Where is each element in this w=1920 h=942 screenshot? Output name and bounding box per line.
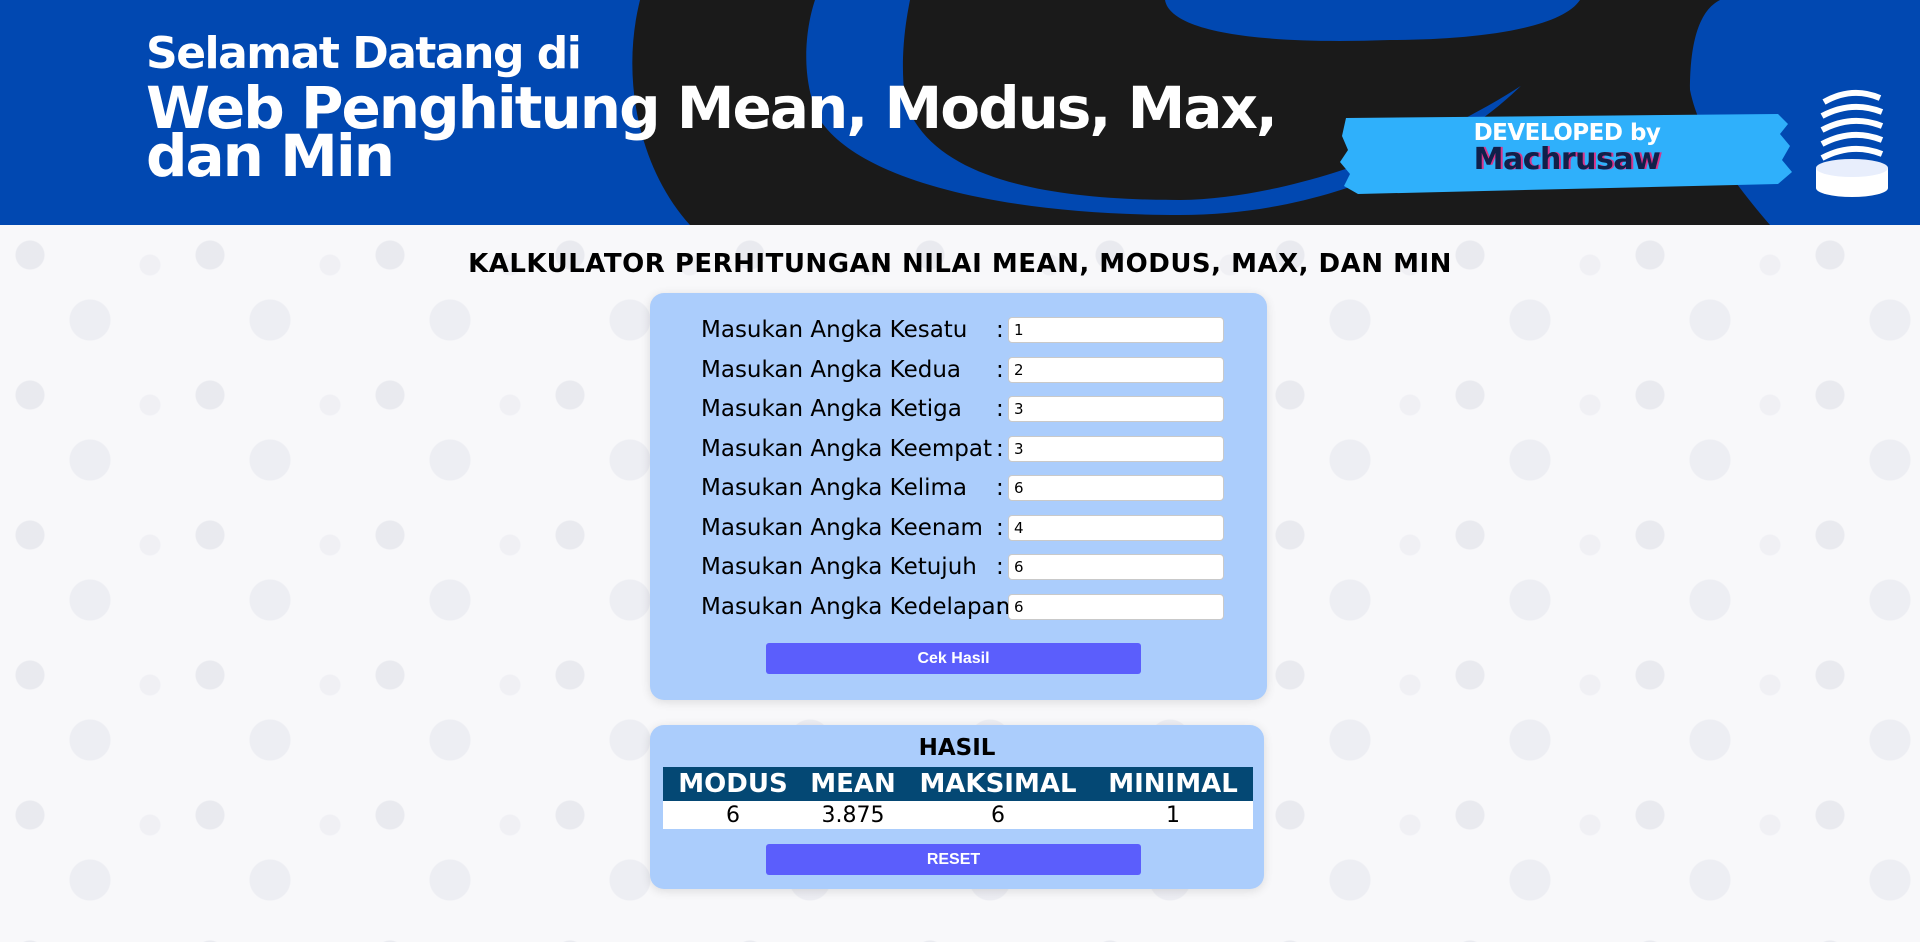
welcome-text: Selamat Datang di: [146, 28, 582, 79]
result-title: HASIL: [918, 735, 996, 761]
value-mean: 3.875: [803, 801, 903, 829]
input-label: Masukan Angka Kelima: [701, 475, 967, 501]
number-input-field[interactable]: [1008, 356, 1224, 383]
headline-text: Web Penghitung Mean, Modus, Max, dan Min: [146, 74, 1278, 190]
colon-separator: :: [996, 475, 1004, 501]
number-input-field[interactable]: [1008, 514, 1224, 541]
result-panel: HASIL MODUS MEAN MAKSIMAL MINIMAL 6 3.87…: [650, 725, 1264, 889]
input-row: Masukan Angka Kedua:: [701, 353, 1224, 387]
input-row: Masukan Angka Keempat:: [701, 432, 1224, 466]
input-row: Masukan Angka Kedelapan:: [701, 590, 1224, 624]
colon-separator: :: [996, 435, 1004, 462]
input-label: Masukan Angka Keempat: [701, 435, 992, 462]
number-input-field[interactable]: [1008, 475, 1224, 501]
developer-name: Machrusaw: [1473, 142, 1661, 177]
colon-separator: :: [996, 317, 1004, 343]
input-label: Masukan Angka Keenam: [701, 514, 983, 541]
input-label: Masukan Angka Kesatu: [701, 317, 968, 343]
input-row: Masukan Angka Kesatu:: [701, 313, 1224, 347]
input-row: Masukan Angka Keenam:: [701, 511, 1224, 545]
result-table: MODUS MEAN MAKSIMAL MINIMAL 6 3.875 6 1: [663, 767, 1253, 829]
reset-button[interactable]: RESET: [766, 844, 1141, 875]
input-row: Masukan Angka Ketujuh:: [701, 550, 1224, 584]
colon-separator: :: [996, 554, 1004, 580]
number-input-field[interactable]: [1008, 554, 1224, 580]
colon-separator: :: [996, 593, 1004, 620]
header-modus: MODUS: [663, 767, 803, 801]
number-input-field[interactable]: [1008, 435, 1224, 462]
header-mean: MEAN: [803, 767, 903, 801]
header-maksimal: MAKSIMAL: [903, 767, 1093, 801]
input-row: Masukan Angka Ketiga:: [701, 392, 1224, 426]
page-title: KALKULATOR PERHITUNGAN NILAI MEAN, MODUS…: [468, 249, 1452, 280]
value-modus: 6: [663, 801, 803, 829]
hero-banner: Selamat Datang di Web Penghitung Mean, M…: [0, 0, 1920, 225]
number-input-field[interactable]: [1008, 593, 1224, 620]
colon-separator: :: [996, 396, 1004, 422]
input-label: Masukan Angka Ketiga: [701, 396, 962, 422]
check-result-button[interactable]: Cek Hasil: [766, 643, 1141, 674]
colon-separator: :: [996, 514, 1004, 541]
developer-badge: DEVELOPED by Machrusaw: [1338, 112, 1796, 196]
result-value-row: 6 3.875 6 1: [663, 801, 1253, 829]
input-label: Masukan Angka Kedua: [701, 356, 961, 383]
number-input-form: Cek Hasil Masukan Angka Kesatu:Masukan A…: [650, 293, 1267, 700]
spring-logo-icon: [1816, 89, 1888, 197]
result-header-row: MODUS MEAN MAKSIMAL MINIMAL: [663, 767, 1253, 801]
number-input-field[interactable]: [1008, 317, 1224, 343]
input-row: Masukan Angka Kelima:: [701, 471, 1224, 505]
input-label: Masukan Angka Ketujuh: [701, 554, 977, 580]
colon-separator: :: [996, 356, 1004, 383]
number-input-field[interactable]: [1008, 396, 1224, 422]
input-label: Masukan Angka Kedelapan: [701, 593, 1011, 620]
header-minimal: MINIMAL: [1093, 767, 1253, 801]
value-minimal: 1: [1093, 801, 1253, 829]
value-maksimal: 6: [903, 801, 1093, 829]
